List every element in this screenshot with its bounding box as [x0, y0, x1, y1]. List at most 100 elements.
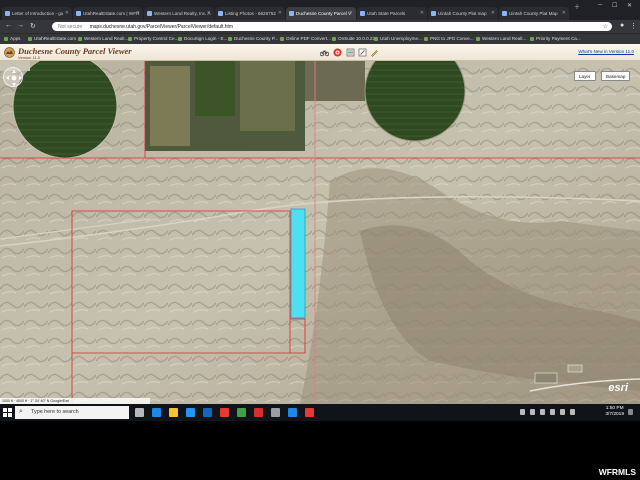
acrobat-icon[interactable] [254, 408, 263, 417]
screen-frame: Letter of Introduction - go ✕ UtahRealEst… [0, 0, 640, 480]
tab-favicon [218, 11, 223, 16]
app-icon[interactable] [305, 408, 314, 417]
bookmark-item[interactable]: Apps [4, 36, 20, 41]
windows-start-icon[interactable] [3, 408, 12, 417]
close-icon[interactable]: ✕ [278, 10, 282, 16]
tab[interactable]: UtahRealEstate.com | WFR ✕ [73, 7, 143, 20]
profile-icon[interactable]: ● [620, 22, 624, 29]
file-explorer-icon[interactable] [169, 408, 178, 417]
search-icon: ⌕ [19, 408, 23, 415]
chrome-icon[interactable] [237, 408, 246, 417]
close-icon[interactable]: ✕ [349, 10, 353, 16]
bookmarks-bar: Apps UtahRealEstate.com Western Land Rea… [0, 33, 640, 44]
bookmark-label: PNG to JPG Conve... [430, 36, 474, 41]
bookmark-item[interactable]: Western Land Realt... [476, 36, 526, 41]
bookmark-label: DocuSign Login - E... [184, 36, 228, 41]
whats-new-link[interactable]: What's New in Version 11.0 [578, 49, 634, 54]
store-icon[interactable] [186, 408, 195, 417]
address-bar[interactable]: Not secure maps.duchesne.utah.gov/Parcel… [52, 22, 612, 31]
bookmark-star-icon[interactable]: ☆ [603, 23, 608, 30]
tab[interactable]: Utah State Parcels ✕ [357, 7, 427, 20]
back-icon[interactable]: ← [5, 22, 12, 29]
security-indicator[interactable]: Not secure [58, 24, 82, 30]
close-icon[interactable]: ✕ [562, 10, 566, 16]
window-close-icon[interactable]: ✕ [627, 2, 632, 9]
tray-dropbox-icon[interactable] [540, 409, 545, 415]
tray-network-icon[interactable] [550, 409, 555, 415]
record-icon[interactable] [333, 48, 342, 57]
close-icon[interactable]: ✕ [136, 10, 140, 16]
map-navigation-control[interactable] [3, 67, 23, 87]
tray-up-arrow-icon[interactable] [530, 409, 535, 415]
tab-label: Uintah County Plat map [438, 11, 487, 16]
bicycle-icon[interactable] [320, 48, 329, 57]
tab[interactable]: Listing Photos - 6626752 ✕ [215, 7, 285, 20]
county-seal-icon [4, 47, 15, 58]
close-icon[interactable]: ✕ [491, 10, 495, 16]
tab-label: Western Land Realty, Inc. A [154, 11, 211, 16]
reload-icon[interactable]: ↻ [30, 22, 36, 30]
bookmark-item[interactable]: Utah Unemployme... [374, 36, 422, 41]
forward-icon[interactable]: → [17, 22, 24, 29]
close-icon[interactable]: ✕ [207, 10, 211, 16]
new-tab-icon[interactable]: ＋ [574, 2, 580, 11]
mail-icon[interactable] [203, 408, 212, 417]
browser-toolbar: ← → ↻ Not secure maps.duchesne.utah.gov/… [0, 20, 640, 33]
tray-volume-icon[interactable] [560, 409, 565, 415]
bookmark-favicon [476, 36, 480, 41]
tab[interactable]: Letter of Introduction - go ✕ [2, 7, 72, 20]
word-icon[interactable] [288, 408, 297, 417]
tab[interactable]: Western Land Realty, Inc. A ✕ [144, 7, 214, 20]
list-icon[interactable] [346, 48, 355, 57]
edge-icon[interactable] [152, 408, 161, 417]
bookmark-label: Western Land Realt... [84, 36, 129, 41]
bookmark-favicon [178, 36, 182, 41]
bookmark-label: Utah Unemployme... [380, 36, 422, 41]
aerial-imagery [0, 61, 640, 404]
maximize-icon[interactable]: ☐ [612, 2, 617, 9]
close-icon[interactable]: ✕ [65, 10, 69, 16]
layer-button[interactable]: Layer [574, 71, 596, 81]
task-view-icon[interactable] [135, 408, 144, 417]
mls-watermark: WFRMLS [598, 467, 636, 477]
map-view[interactable]: Layer Basemap 1000 ft · 4000 ft · 1° 34'… [0, 61, 640, 404]
apps-icon [4, 36, 8, 41]
bookmark-label: Western Land Realt... [482, 36, 527, 41]
pan-arrows-icon[interactable] [4, 68, 24, 88]
bookmark-item[interactable]: Property Control Ce... [128, 36, 178, 41]
bookmark-item[interactable]: Duchesne County P... [228, 36, 278, 41]
media-icon[interactable] [220, 408, 229, 417]
bookmark-item[interactable]: Online PDF Convert... [280, 36, 331, 41]
tab[interactable]: Uintah County Plat map ✕ [428, 7, 498, 20]
app-version: Version 11.0 [18, 55, 40, 60]
minimize-icon[interactable]: ─ [598, 2, 602, 8]
bookmark-item[interactable]: OnSuite 10.0.0.23 [332, 36, 375, 41]
bookmark-item[interactable]: Priority Payment Ca... [530, 36, 581, 41]
menu-icon[interactable]: ⋮ [630, 22, 637, 30]
bookmark-label: Apps [10, 36, 21, 41]
taskbar-search-input[interactable]: ⌕ Type here to search [15, 406, 129, 419]
bookmark-item[interactable]: Western Land Realt... [78, 36, 128, 41]
bookmark-label: Duchesne County P... [234, 36, 279, 41]
basemap-button[interactable]: Basemap [601, 71, 631, 81]
bookmark-item[interactable]: DocuSign Login - E... [178, 36, 227, 41]
tab-active[interactable]: Duchesne County Parcel V ✕ [286, 7, 356, 20]
bookmark-favicon [374, 36, 378, 41]
tray-battery-icon[interactable] [570, 409, 575, 415]
tray-people-icon[interactable] [520, 409, 525, 415]
calculator-icon[interactable] [271, 408, 280, 417]
tab[interactable]: Uintah County Plat Map ✕ [499, 7, 569, 20]
selected-parcel[interactable] [290, 208, 306, 319]
bookmark-item[interactable]: UtahRealEstate.com [28, 36, 76, 41]
notifications-icon[interactable] [628, 409, 633, 415]
esri-logo: esri [608, 382, 628, 394]
edit-icon[interactable] [358, 48, 367, 57]
tab-label: UtahRealEstate.com | WFR [83, 11, 140, 16]
tab-label: Duchesne County Parcel V [296, 11, 352, 16]
tab-favicon [431, 11, 436, 16]
close-icon[interactable]: ✕ [420, 10, 424, 16]
bookmark-favicon [78, 36, 82, 41]
bookmark-item[interactable]: PNG to JPG Conve... [424, 36, 474, 41]
taskbar-clock[interactable]: 1:50 PM 3/7/2019 [605, 406, 624, 418]
pencil-icon[interactable] [370, 48, 379, 57]
